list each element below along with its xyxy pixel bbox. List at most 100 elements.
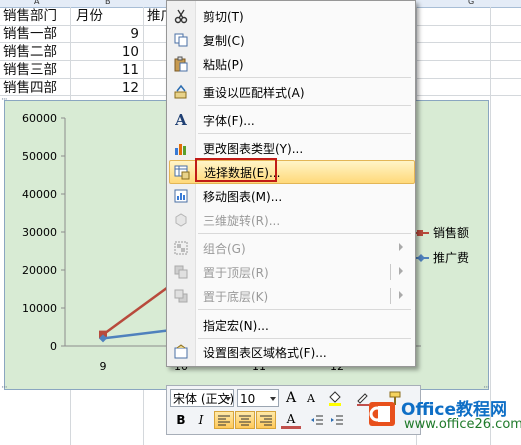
legend-label[interactable]: 销售额 [433, 225, 469, 240]
cell-header-month[interactable]: 月份 [76, 8, 103, 25]
fill-color-button[interactable] [325, 389, 345, 407]
scissors-icon [172, 7, 190, 25]
cell-dept[interactable]: 销售三部 [3, 62, 57, 79]
chart-type-icon [172, 139, 190, 157]
menu-separator [198, 233, 411, 234]
menu-item-group[interactable]: 组合(G) [169, 237, 413, 259]
increase-indent-icon [331, 415, 343, 425]
align-center-icon [239, 415, 251, 426]
chevron-down-icon [225, 397, 231, 401]
submenu-divider [390, 288, 391, 304]
decrease-indent-icon [311, 415, 323, 425]
send-back-icon [172, 287, 190, 305]
shrink-font-icon: A [307, 391, 315, 405]
cell-month[interactable]: 10 [89, 44, 139, 61]
y-tick-label: 40000 [22, 188, 57, 201]
macro-icon [172, 316, 190, 334]
menu-item-label: 剪切(T) [203, 10, 244, 24]
menu-separator [198, 105, 411, 106]
cell-month[interactable]: 12 [89, 80, 139, 97]
copy-icon [172, 31, 190, 49]
menu-separator [198, 133, 411, 134]
legend-label[interactable]: 推广费 [433, 251, 469, 265]
watermark-logo: Office教程网 www.office26.com [366, 392, 521, 438]
shrink-font-button[interactable]: A [301, 389, 321, 407]
menu-separator [198, 77, 411, 78]
font-name-select[interactable]: 宋体 (正文) [170, 389, 234, 407]
menu-item-label: 重设以匹配样式(A) [203, 86, 305, 100]
group-icon [172, 239, 190, 257]
column-header-g[interactable]: G [468, 0, 474, 6]
menu-item-font[interactable]: A 字体(F)... [169, 109, 413, 131]
menu-item-label: 粘贴(P) [203, 58, 244, 72]
format-chart-area-icon [172, 343, 190, 361]
menu-item-label: 复制(C) [203, 34, 245, 48]
paste-icon [172, 55, 190, 73]
font-size-select[interactable]: 10 [237, 389, 279, 407]
menu-item-change-chart-type[interactable]: 更改图表类型(Y)... [169, 137, 413, 159]
legend-swatch-marker [417, 230, 423, 236]
menu-item-bring-to-front[interactable]: 置于顶层(R) [169, 261, 413, 283]
align-right-button[interactable] [256, 411, 276, 429]
submenu-arrow-icon [399, 267, 403, 275]
menu-item-label: 指定宏(N)... [203, 319, 269, 333]
watermark-url: www.office26.com [404, 417, 521, 432]
y-tick-label: 30000 [22, 226, 57, 239]
align-left-icon [218, 415, 230, 426]
menu-item-label: 移动图表(M)... [203, 190, 283, 204]
menu-item-cut[interactable]: 剪切(T) [169, 5, 413, 27]
menu-separator [198, 338, 411, 339]
menu-item-label: 三维旋转(R)... [203, 214, 281, 228]
italic-icon: I [198, 413, 204, 427]
move-chart-icon [172, 187, 190, 205]
menu-item-send-to-back[interactable]: 置于底层(K) [169, 285, 413, 307]
cell-dept[interactable]: 销售四部 [3, 80, 57, 97]
bring-front-icon [172, 263, 190, 281]
y-tick-label: 10000 [22, 302, 57, 315]
cell-month[interactable]: 9 [89, 26, 139, 43]
menu-item-format-chart-area[interactable]: 设置图表区域格式(F)... [169, 341, 413, 363]
grow-font-icon: A [285, 390, 297, 406]
submenu-arrow-icon [399, 291, 403, 299]
cell-month[interactable]: 11 [89, 62, 139, 79]
3d-rotation-icon [172, 211, 190, 229]
bold-button[interactable]: B [171, 411, 191, 429]
menu-item-reset-style[interactable]: 重设以匹配样式(A) [169, 81, 413, 103]
context-menu[interactable]: 剪切(T) 复制(C) 粘贴(P) 重设以匹配样式(A) A 字体(F)... … [166, 0, 416, 367]
select-data-icon [173, 163, 191, 181]
menu-item-move-chart[interactable]: 移动图表(M)... [169, 185, 413, 207]
italic-button[interactable]: I [191, 411, 211, 429]
menu-item-assign-macro[interactable]: 指定宏(N)... [169, 314, 413, 336]
cell-dept[interactable]: 销售一部 [3, 26, 57, 43]
menu-item-copy[interactable]: 复制(C) [169, 29, 413, 51]
decrease-indent-button[interactable] [307, 411, 327, 429]
highlight-annotation-box [195, 158, 277, 182]
align-center-button[interactable] [235, 411, 255, 429]
menu-item-label: 字体(F)... [203, 114, 255, 128]
menu-item-label: 组合(G) [203, 242, 246, 256]
y-tick-label: 0 [50, 340, 57, 353]
menu-item-paste[interactable]: 粘贴(P) [169, 53, 413, 75]
column-header-a[interactable]: A [34, 0, 39, 6]
align-left-button[interactable] [214, 411, 234, 429]
cell-dept[interactable]: 销售二部 [3, 44, 57, 61]
submenu-divider [390, 264, 391, 280]
align-right-icon [260, 415, 272, 426]
font-size-value: 10 [240, 392, 256, 406]
x-tick-label: 9 [100, 360, 107, 373]
reset-style-icon [172, 83, 190, 101]
menu-item-3d-rotation[interactable]: 三维旋转(R)... [169, 209, 413, 231]
chevron-down-icon [270, 397, 276, 401]
legend-swatch-marker [417, 254, 425, 262]
cell-header-dept[interactable]: 销售部门 [3, 8, 57, 25]
menu-item-label: 置于底层(K) [203, 290, 269, 304]
column-header-b[interactable]: B [105, 0, 111, 6]
font-icon: A [175, 111, 187, 129]
increase-indent-button[interactable] [327, 411, 347, 429]
grow-font-button[interactable]: A [281, 389, 301, 407]
y-tick-label: 50000 [22, 150, 57, 163]
y-tick-label: 60000 [22, 112, 57, 125]
font-color-button[interactable]: A [281, 411, 301, 429]
font-color-icon: A [286, 411, 296, 426]
gridline [490, 7, 491, 445]
